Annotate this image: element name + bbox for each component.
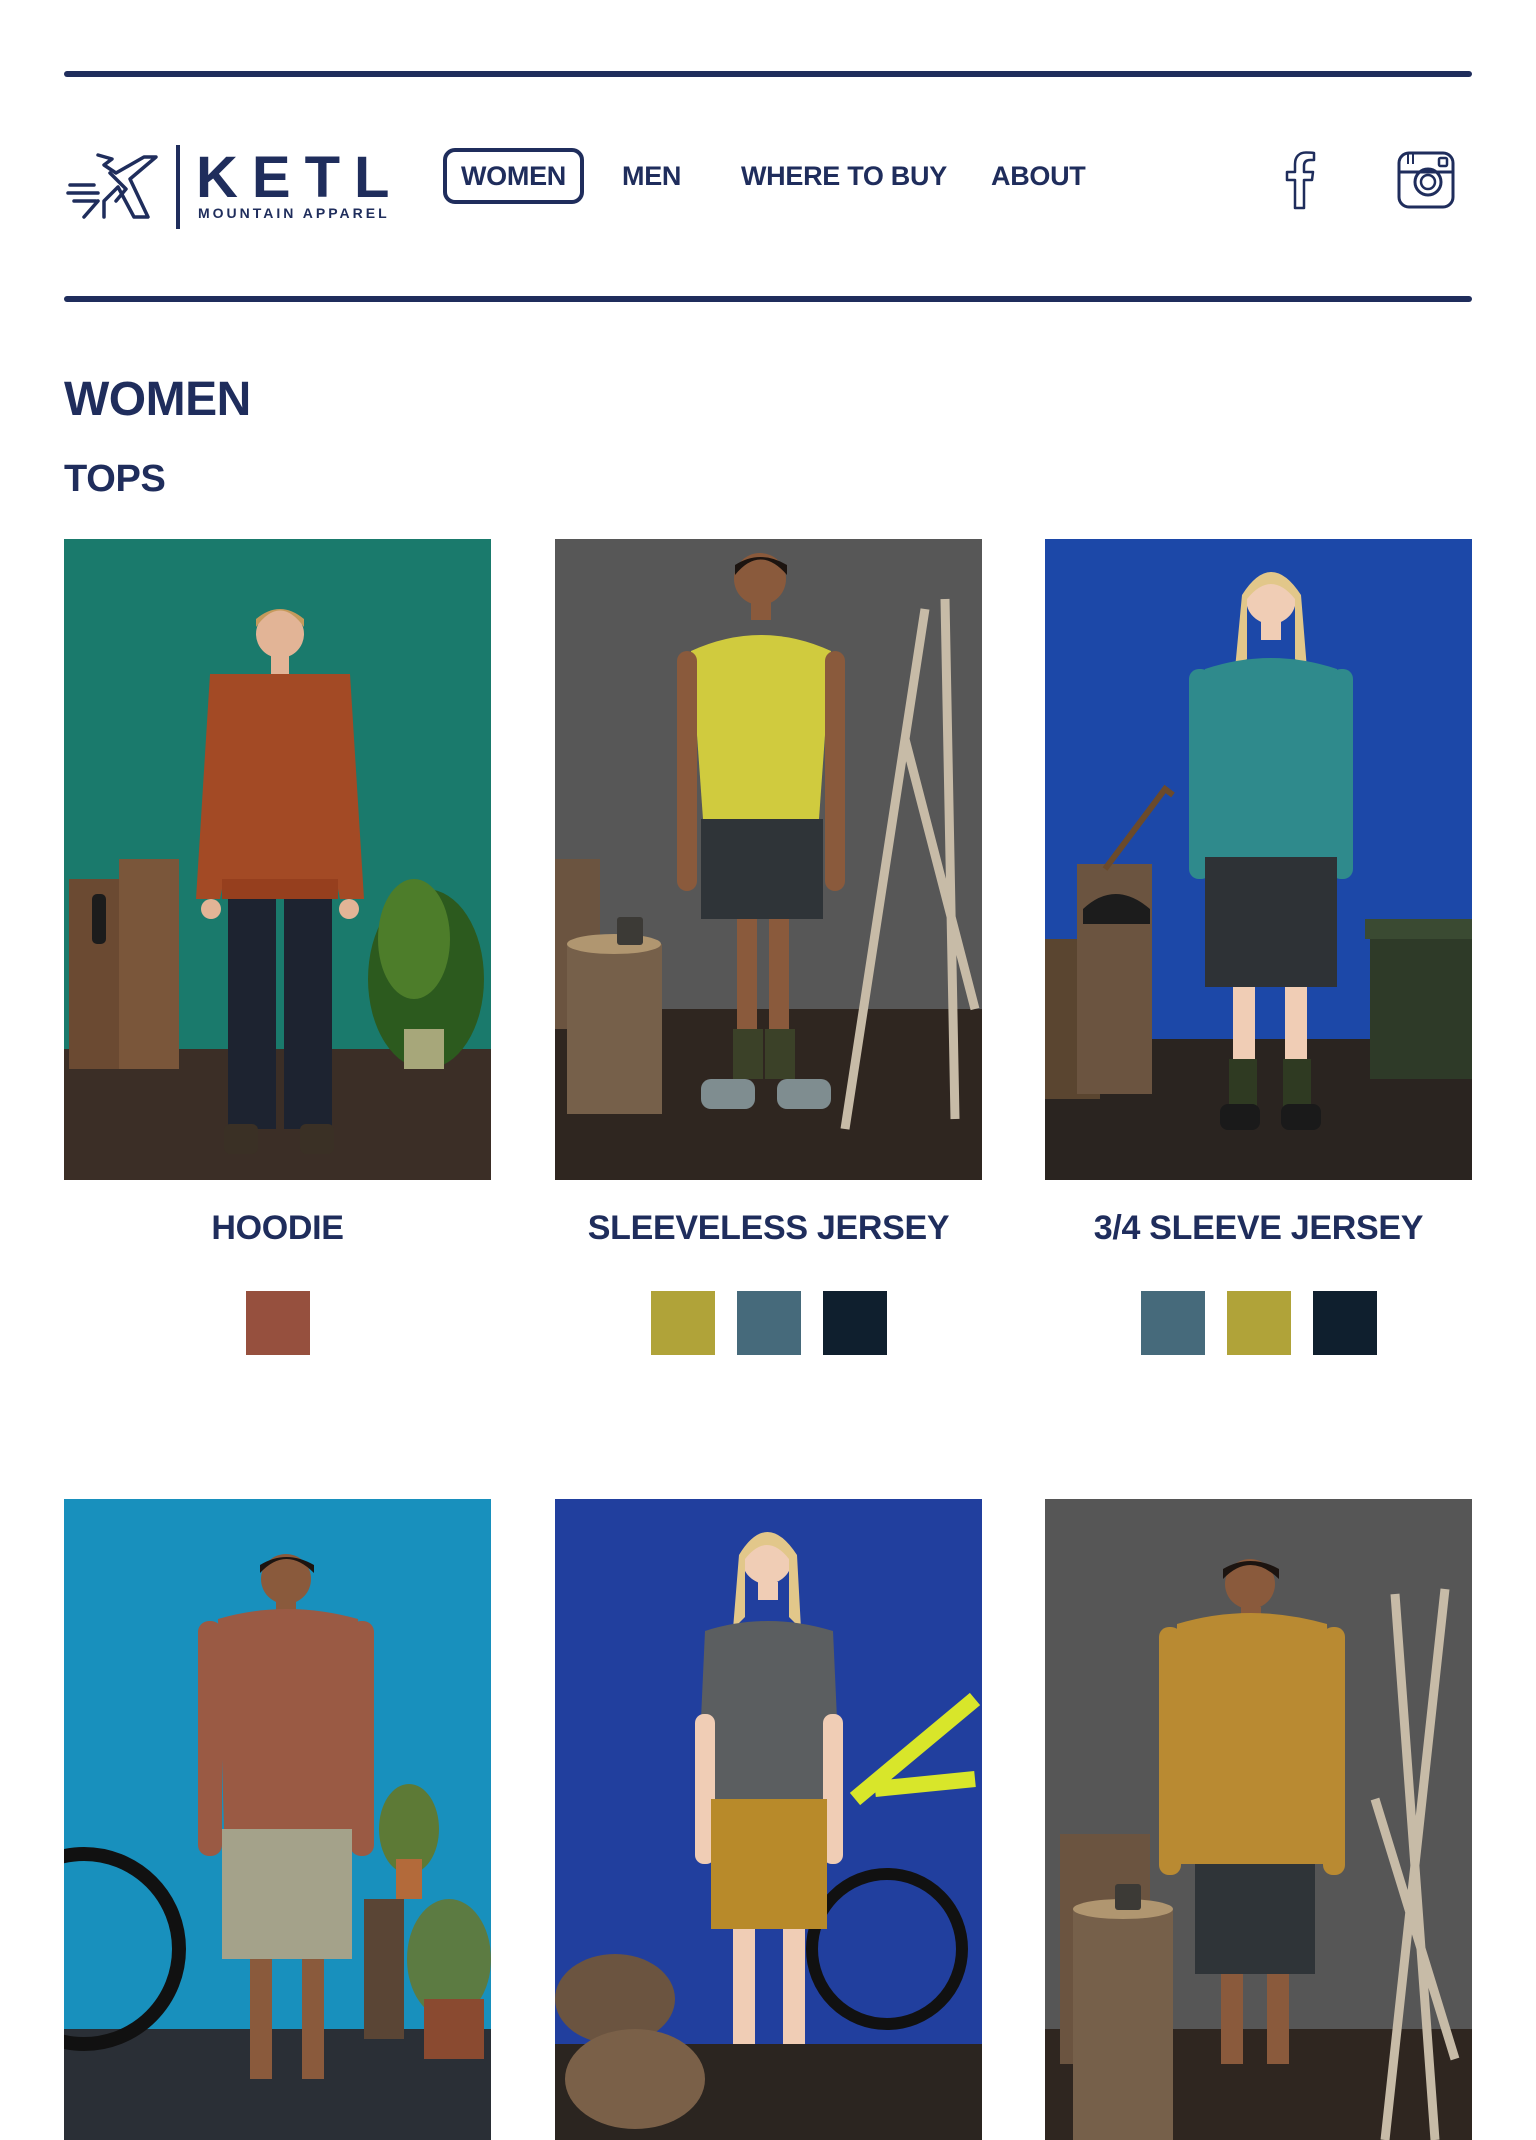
color-swatch[interactable] <box>736 1291 801 1355</box>
page-title: WOMEN <box>64 373 251 426</box>
logo-tagline: MOUNTAIN APPAREL <box>198 205 390 221</box>
product-photo[interactable] <box>64 1499 491 2140</box>
instagram-link[interactable] <box>1396 150 1456 210</box>
color-swatches <box>64 1291 491 1355</box>
header-bottom-rule <box>64 296 1472 302</box>
color-swatch[interactable] <box>245 1291 310 1355</box>
color-swatch[interactable] <box>822 1291 887 1355</box>
color-swatch[interactable] <box>1226 1291 1291 1355</box>
product-title[interactable]: SLEEVELESS JERSEY <box>555 1209 982 1248</box>
color-swatch[interactable] <box>1140 1291 1205 1355</box>
logo-wordmark: KETL <box>196 145 404 210</box>
facebook-link[interactable] <box>1270 150 1330 210</box>
product-photo[interactable] <box>1045 1499 1472 2140</box>
product-photo[interactable] <box>555 1499 982 2140</box>
nav-where-to-buy[interactable]: WHERE TO BUY <box>741 148 947 204</box>
nav-about[interactable]: ABOUT <box>991 148 1086 204</box>
bird-logo-icon <box>66 153 158 219</box>
color-swatch[interactable] <box>1312 1291 1377 1355</box>
nav-men[interactable]: MEN <box>622 148 681 204</box>
color-swatches <box>1045 1291 1472 1355</box>
brand-logo[interactable]: KETL MOUNTAIN APPAREL <box>64 145 389 231</box>
color-swatches <box>555 1291 982 1355</box>
product-title[interactable]: 3/4 SLEEVE JERSEY <box>1045 1209 1472 1248</box>
color-swatch[interactable] <box>650 1291 715 1355</box>
logo-divider <box>176 145 180 229</box>
product-photo[interactable] <box>555 539 982 1180</box>
header-top-rule <box>64 71 1472 77</box>
facebook-icon <box>1285 151 1316 210</box>
product-title[interactable]: HOODIE <box>64 1209 491 1248</box>
nav-women[interactable]: WOMEN <box>443 148 584 204</box>
product-photo[interactable] <box>1045 539 1472 1180</box>
section-title: TOPS <box>64 458 166 500</box>
product-photo[interactable] <box>64 539 491 1180</box>
instagram-icon <box>1397 151 1455 209</box>
